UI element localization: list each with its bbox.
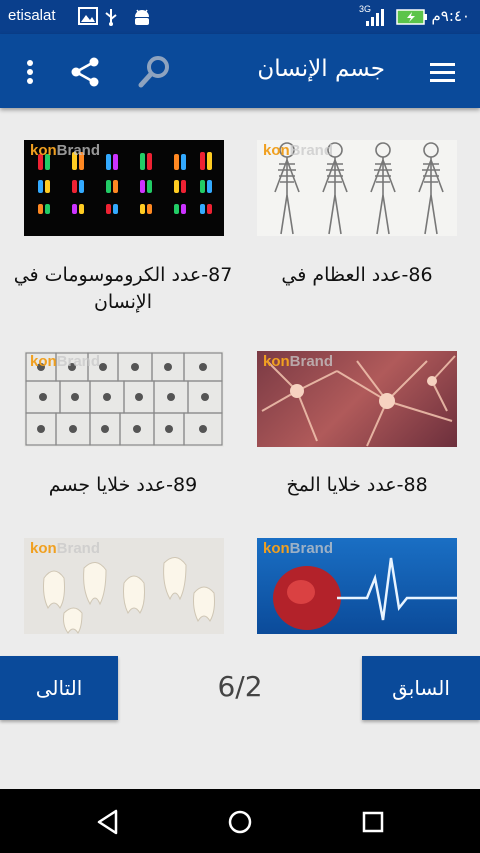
page-title: جسم الإنسان [257, 56, 385, 82]
home-icon[interactable] [225, 807, 255, 837]
system-nav-bar [0, 789, 480, 853]
battery-icon [396, 9, 428, 29]
topic-89-image[interactable]: konBrand [24, 351, 224, 447]
share-icon[interactable] [66, 52, 106, 92]
back-icon[interactable] [94, 807, 124, 837]
image-icon [78, 7, 98, 29]
brand-watermark: konBrand [263, 353, 334, 370]
topic-86-image[interactable]: konBrand [257, 140, 457, 236]
status-bar: etisalat 3G ٩:٤٠م [0, 0, 480, 34]
recents-icon[interactable] [358, 807, 388, 837]
next-button[interactable]: التالى [0, 656, 118, 720]
search-icon[interactable] [134, 52, 174, 92]
topic-88-image[interactable]: konBrand [257, 351, 457, 447]
topic-89-label[interactable]: 89-عدد خلايا جسم [8, 472, 238, 499]
brand-watermark: konBrand [30, 540, 101, 557]
page-indicator: 6/2 [217, 670, 263, 703]
brand-watermark: konBrand [263, 142, 334, 159]
topic-90-image[interactable]: konBrand [257, 538, 457, 634]
topic-86-label[interactable]: 86-عدد العظام في [242, 262, 472, 289]
more-vert-icon[interactable] [10, 52, 50, 92]
clock: ٩:٤٠م [431, 7, 470, 25]
previous-button[interactable]: السابق [362, 656, 480, 720]
android-icon [132, 7, 152, 31]
signal-icon [364, 7, 386, 31]
topic-87-label[interactable]: 87-عدد الكروموسومات في الإنسان [8, 262, 238, 316]
topic-91-image[interactable]: konBrand [24, 538, 224, 634]
topic-87-image[interactable]: konBrand [24, 140, 224, 236]
menu-icon[interactable] [422, 52, 462, 92]
usb-icon [104, 7, 118, 31]
carrier-name: etisalat [8, 7, 56, 24]
brand-watermark: konBrand [263, 540, 334, 557]
app-bar: جسم الإنسان [0, 34, 480, 108]
brand-watermark: konBrand [30, 353, 101, 370]
brand-watermark: konBrand [30, 142, 101, 159]
topic-88-label[interactable]: 88-عدد خلايا المخ [242, 472, 472, 499]
